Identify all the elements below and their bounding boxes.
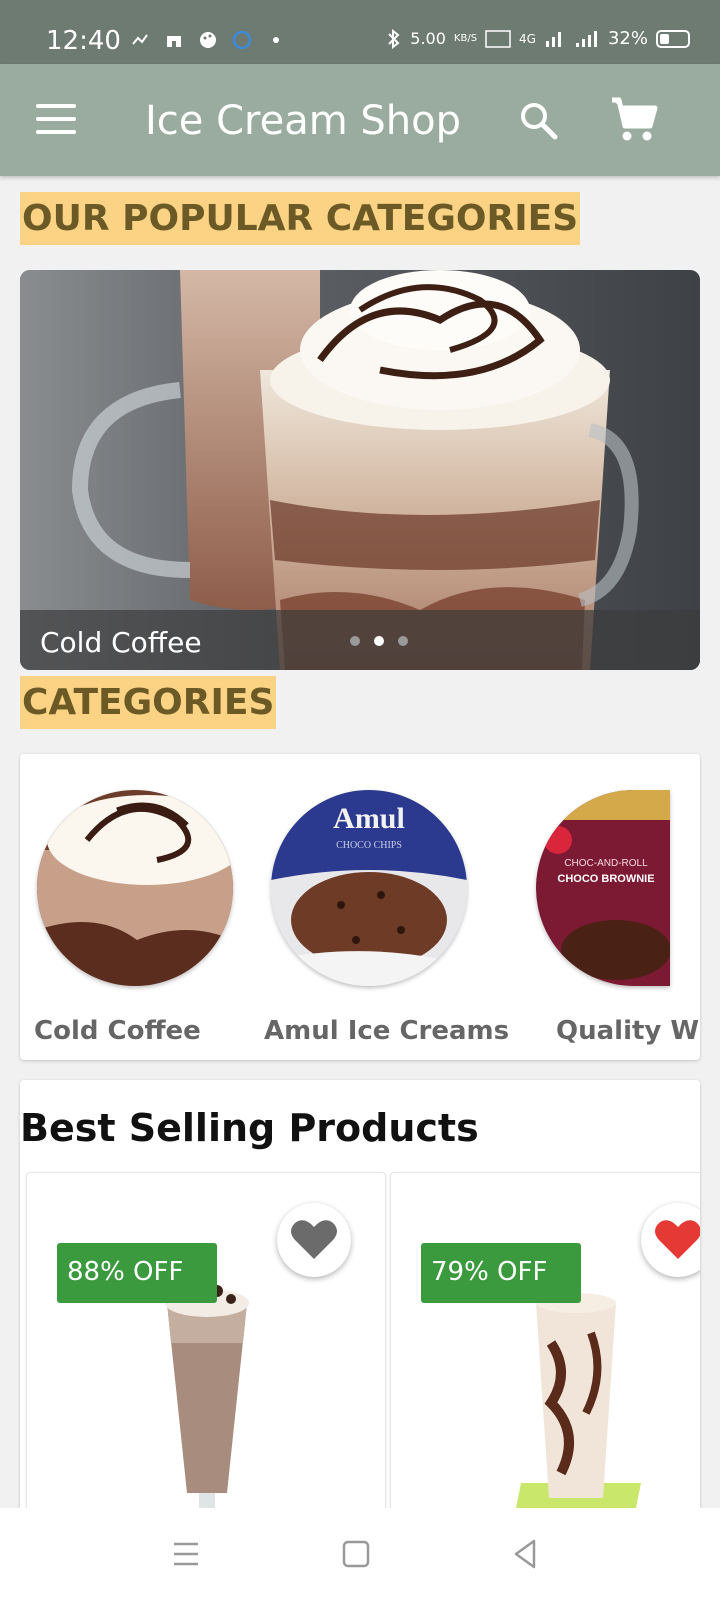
- carousel-dot[interactable]: [350, 636, 360, 646]
- category-item-amul[interactable]: Amul CHOCO CHIPS Amul Ice Creams: [264, 790, 509, 1060]
- category-item-quality-walls[interactable]: CHOC-AND-ROLL CHOCO BROWNIE Quality W: [536, 790, 700, 1060]
- category-label: Amul Ice Creams: [264, 1016, 510, 1046]
- cold-coffee-product-image: [165, 1285, 249, 1520]
- amul-brand-text: Amul: [333, 802, 405, 835]
- cold-coffee-thumbnail: [37, 790, 233, 986]
- favorite-button[interactable]: [641, 1203, 700, 1277]
- walls-product-text: CHOCO BROWNIE: [557, 873, 654, 885]
- categories-heading: CATEGORIES: [20, 676, 277, 729]
- carousel-caption: Cold Coffee: [40, 626, 202, 659]
- notification-icons: [130, 30, 286, 50]
- volte-icon: [485, 29, 511, 48]
- bluetooth-icon: [388, 28, 400, 49]
- discount-badge: 88% OFF: [57, 1243, 217, 1303]
- walls-sub-text: CHOC-AND-ROLL: [564, 858, 648, 869]
- battery-icon: [656, 29, 690, 48]
- milkshake-product-image: [513, 1293, 641, 1520]
- system-status: 5.00 KB/S 4G 32%: [386, 28, 690, 49]
- product-card[interactable]: 88% OFF: [26, 1172, 386, 1520]
- status-time: 12:40: [46, 26, 121, 56]
- signal-icon: [545, 31, 561, 47]
- popular-categories-heading: OUR POPULAR CATEGORIES: [20, 192, 581, 245]
- signal-icon-2: [575, 30, 597, 47]
- amul-ice-cream-thumbnail: Amul CHOCO CHIPS: [271, 790, 467, 986]
- categories-list[interactable]: Cold Coffee Amul CHOCO CHIPS Amul Ice Cr…: [20, 754, 700, 1060]
- carousel-caption-bar: Cold Coffee: [20, 610, 700, 670]
- carousel-dot[interactable]: [398, 636, 408, 646]
- network-type: 4G: [519, 31, 536, 46]
- best-selling-section: Best Selling Products 88% OFF 79% OFF: [20, 1080, 700, 1520]
- dot-icon: [273, 37, 279, 43]
- carousel-indicator: [350, 636, 408, 646]
- carousel-dot-active[interactable]: [374, 636, 384, 646]
- amul-sub-text: CHOCO CHIPS: [336, 840, 402, 851]
- store-icon: [167, 36, 181, 47]
- kwality-walls-thumbnail: CHOC-AND-ROLL CHOCO BROWNIE: [536, 790, 670, 986]
- recent-apps-icon[interactable]: [166, 1534, 206, 1574]
- app-bar: Ice Cream Shop: [0, 64, 720, 176]
- app-title: Ice Cream Shop: [145, 98, 462, 144]
- home-icon[interactable]: [336, 1534, 376, 1574]
- shopping-cart-icon[interactable]: [610, 96, 658, 144]
- network-speed: 5.00: [410, 29, 446, 48]
- discount-badge: 79% OFF: [421, 1243, 581, 1303]
- product-card[interactable]: 79% OFF: [390, 1172, 700, 1520]
- category-label: Quality W: [556, 1016, 700, 1046]
- heart-icon: [291, 1220, 337, 1259]
- browser-icon: [232, 30, 252, 50]
- favorite-button[interactable]: [277, 1203, 351, 1277]
- battery-percent: 32%: [607, 28, 648, 49]
- network-speed-unit: KB/S: [453, 33, 478, 44]
- back-icon[interactable]: [506, 1534, 546, 1574]
- hamburger-menu-icon[interactable]: [36, 104, 76, 134]
- search-icon[interactable]: [518, 100, 558, 140]
- popular-category-carousel[interactable]: Cold Coffee: [20, 270, 700, 670]
- palette-icon: [200, 32, 216, 48]
- system-navigation-bar: [0, 1508, 720, 1600]
- heart-icon: [655, 1220, 700, 1259]
- category-label: Cold Coffee: [34, 1016, 201, 1046]
- category-item-cold-coffee[interactable]: Cold Coffee: [30, 790, 240, 1060]
- activity-icon: [132, 34, 148, 45]
- best-selling-heading: Best Selling Products: [20, 1106, 479, 1150]
- status-bar: 12:40 5.00 KB/S 4G 32%: [0, 0, 720, 64]
